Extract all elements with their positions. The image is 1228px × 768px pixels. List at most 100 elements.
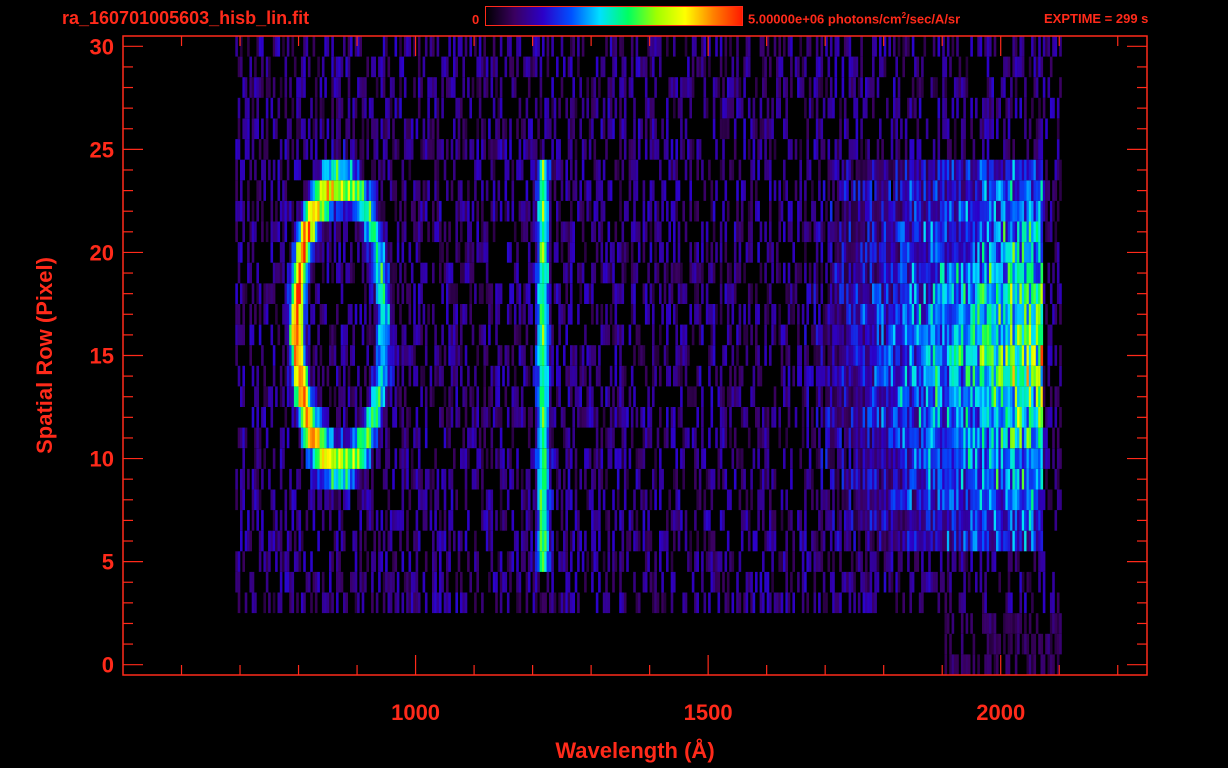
heatmap-cell xyxy=(640,489,643,511)
heatmap-cell xyxy=(1007,221,1011,243)
heatmap-cell xyxy=(336,118,339,140)
heatmap-cell xyxy=(909,324,912,346)
heatmap-cell xyxy=(818,180,821,201)
heatmap-cell xyxy=(331,551,334,572)
heatmap-cell xyxy=(855,489,859,511)
heatmap-cell xyxy=(888,200,891,222)
heatmap-cell xyxy=(534,304,538,325)
heatmap-cell xyxy=(710,242,714,263)
heatmap-cell xyxy=(729,262,732,284)
heatmap-cell xyxy=(375,139,379,160)
heatmap-cell xyxy=(967,180,971,201)
heatmap-cell xyxy=(965,468,969,490)
heatmap-cell xyxy=(424,407,428,428)
heatmap-cell xyxy=(602,407,606,428)
heatmap-cell xyxy=(949,324,952,346)
heatmap-cell xyxy=(417,530,421,552)
heatmap-cell xyxy=(710,551,714,572)
heatmap-cell xyxy=(291,365,295,387)
heatmap-cell xyxy=(967,304,971,325)
heatmap-cell xyxy=(434,551,437,572)
heatmap-cell xyxy=(925,221,929,243)
heatmap-cell xyxy=(357,242,360,263)
heatmap-cell xyxy=(911,489,915,511)
heatmap-cell xyxy=(680,365,683,387)
heatmap-cell xyxy=(860,283,863,304)
heatmap-cell xyxy=(942,200,945,222)
heatmap-cell xyxy=(670,551,674,572)
heatmap-cell xyxy=(661,592,664,614)
heatmap-cell xyxy=(534,365,538,387)
heatmap-cell xyxy=(996,221,999,243)
heatmap-cell xyxy=(998,180,1001,201)
heatmap-cell xyxy=(886,159,889,181)
heatmap-cell xyxy=(996,530,999,552)
heatmap-cell xyxy=(806,386,809,407)
heatmap-cell xyxy=(710,262,714,284)
heatmap-cell xyxy=(312,489,316,511)
heatmap-cell xyxy=(422,262,426,284)
heatmap-cell xyxy=(960,551,964,572)
heatmap-cell xyxy=(247,118,250,140)
heatmap-cell xyxy=(998,221,1001,243)
heatmap-cell xyxy=(652,324,655,346)
heatmap-cell xyxy=(785,324,788,346)
heatmap-cell xyxy=(279,427,283,449)
heatmap-cell xyxy=(998,345,1001,366)
heatmap-cell xyxy=(984,242,987,263)
heatmap-cell xyxy=(492,159,496,181)
heatmap-cell xyxy=(1026,365,1030,387)
heatmap-cell xyxy=(476,345,479,366)
heatmap-cell xyxy=(460,221,463,243)
heatmap-cell xyxy=(642,510,646,531)
heatmap-cell xyxy=(1035,180,1039,201)
heatmap-cell xyxy=(904,200,908,222)
heatmap-cell xyxy=(296,139,299,160)
heatmap-cell xyxy=(492,200,496,222)
heatmap-cell xyxy=(752,592,756,614)
heatmap-cell xyxy=(635,159,639,181)
heatmap-cell xyxy=(736,448,739,469)
heatmap-cell xyxy=(275,200,278,222)
heatmap-cell xyxy=(399,530,402,552)
heatmap-cell xyxy=(766,283,770,304)
heatmap-cell xyxy=(1017,242,1020,263)
heatmap-cell xyxy=(923,304,927,325)
heatmap-cell xyxy=(960,139,964,160)
heatmap-cell xyxy=(612,386,615,407)
heatmap-cell xyxy=(836,324,840,346)
heatmap-cell xyxy=(546,427,550,449)
heatmap-cell xyxy=(429,489,433,511)
heatmap-cell xyxy=(520,551,524,572)
heatmap-cell xyxy=(790,448,793,469)
heatmap-cell xyxy=(846,571,849,593)
heatmap-cell xyxy=(755,324,758,346)
heatmap-cell xyxy=(797,365,800,387)
heatmap-cell xyxy=(698,262,702,284)
heatmap-cell xyxy=(305,180,309,201)
heatmap-cell xyxy=(1019,571,1022,593)
heatmap-cell xyxy=(902,180,905,201)
heatmap-cell xyxy=(434,345,437,366)
heatmap-cell xyxy=(633,530,636,552)
heatmap-cell xyxy=(289,489,292,511)
heatmap-cell xyxy=(614,448,618,469)
heatmap-cell xyxy=(914,386,917,407)
heatmap-cell xyxy=(719,262,723,284)
heatmap-cell xyxy=(357,365,360,387)
heatmap-cell xyxy=(277,530,281,552)
heatmap-cell xyxy=(876,200,880,222)
heatmap-cell xyxy=(282,180,285,201)
heatmap-cell xyxy=(867,242,870,263)
heatmap-cell xyxy=(399,304,402,325)
heatmap-cell xyxy=(359,304,362,325)
heatmap-cell xyxy=(340,571,344,593)
heatmap-cell xyxy=(485,242,489,263)
heatmap-cell xyxy=(504,159,508,181)
heatmap-cell xyxy=(338,427,341,449)
heatmap-cell xyxy=(979,200,983,222)
heatmap-cell xyxy=(942,262,945,284)
heatmap-cell xyxy=(298,551,302,572)
heatmap-cell xyxy=(387,592,391,614)
heatmap-cell xyxy=(307,242,311,263)
